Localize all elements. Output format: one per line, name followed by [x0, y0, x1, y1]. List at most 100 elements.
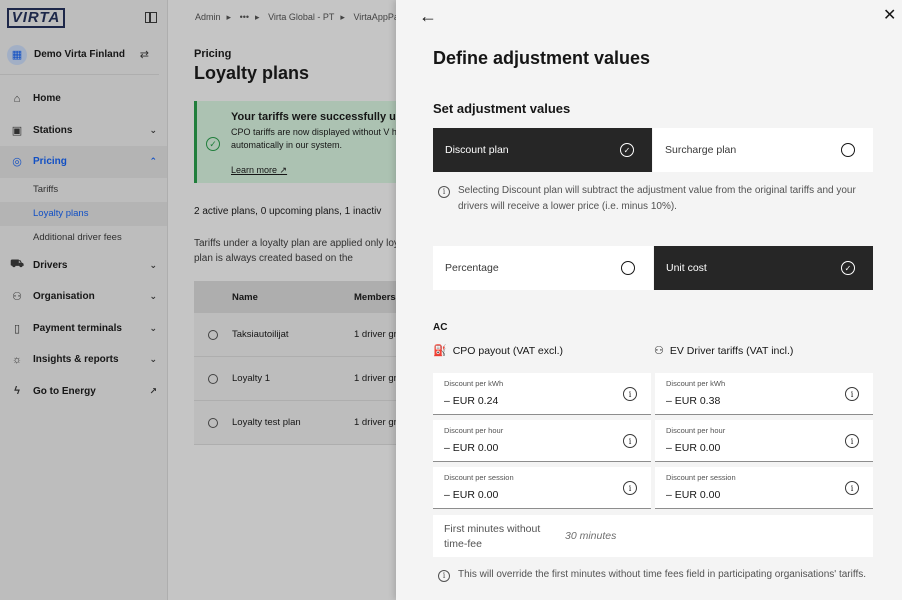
breadcrumb-separator-icon: ▸: [226, 12, 232, 22]
chevron-down-icon: ⌄: [149, 322, 157, 333]
cpo-discount-per-hour-field[interactable]: Discount per hour – EUR 0.00 i: [433, 420, 651, 462]
plans-summary: 2 active plans, 0 upcoming plans, 1 inac…: [194, 206, 382, 217]
field-label: Discount per session: [444, 473, 514, 482]
info-icon[interactable]: i: [623, 387, 637, 401]
field-label: Discount per hour: [444, 426, 504, 435]
cpo-discount-per-session-field[interactable]: Discount per session – EUR 0.00 i: [433, 467, 651, 509]
option-label: Surcharge plan: [665, 144, 737, 156]
station-icon: ▣: [11, 124, 23, 137]
sidebar-item-label: Organisation: [33, 291, 95, 303]
field-value[interactable]: – EUR 0.00: [666, 489, 720, 501]
chevron-down-icon: ⌄: [149, 291, 157, 302]
sidebar-item-label: Pricing: [33, 156, 67, 168]
breadcrumb-virta-global[interactable]: Virta Global - PT: [268, 12, 334, 22]
sidebar-subitem-additional-driver-fees[interactable]: Additional driver fees: [0, 226, 167, 250]
ev-discount-per-hour-field[interactable]: Discount per hour – EUR 0.00 i: [655, 420, 873, 462]
ev-discount-per-kwh-field[interactable]: Discount per kWh – EUR 0.38 i: [655, 373, 873, 415]
info-icon[interactable]: i: [845, 434, 859, 448]
cpo-payout-heading: ⛽ CPO payout (VAT excl.): [433, 344, 563, 358]
chevron-down-icon: ⌄: [149, 354, 157, 365]
chevron-down-icon: ⌄: [149, 259, 157, 270]
breadcrumb: Admin ▸ ••• ▸ Virta Global - PT ▸ VirtaAppP…: [195, 12, 405, 23]
organisation-switcher[interactable]: ▦ Demo Virta Finland ⇄: [0, 35, 159, 75]
override-info-text: This will override the first minutes wit…: [458, 569, 867, 580]
plan-name: Taksiautoilijat: [232, 329, 289, 340]
swap-icon[interactable]: ⇄: [140, 48, 149, 61]
field-label: Discount per kWh: [444, 379, 504, 388]
field-label: Discount per kWh: [666, 379, 726, 388]
surcharge-plan-option[interactable]: Surcharge plan: [653, 128, 873, 172]
learn-more-link[interactable]: Learn more ↗: [231, 165, 287, 176]
drivers-icon: ⛟: [10, 258, 24, 271]
field-value[interactable]: – EUR 0.24: [444, 395, 498, 407]
sidebar-item-payment-terminals[interactable]: ▯ Payment terminals ⌄: [0, 313, 167, 345]
charger-icon: ⛽: [433, 345, 447, 357]
breadcrumb-separator-icon: ▸: [255, 12, 260, 22]
option-label: Unit cost: [666, 262, 707, 274]
field-value[interactable]: – EUR 0.00: [444, 442, 498, 454]
info-icon[interactable]: i: [623, 481, 637, 495]
row-radio[interactable]: [208, 417, 218, 428]
unit-cost-option[interactable]: Unit cost ✓: [654, 246, 873, 290]
sidebar-item-home[interactable]: ⌂ Home: [0, 83, 167, 115]
arrow-left-icon[interactable]: ←: [419, 6, 437, 27]
cpo-discount-per-kwh-field[interactable]: Discount per kWh – EUR 0.24 i: [433, 373, 651, 415]
sidebar-item-go-to-energy[interactable]: ϟ Go to Energy ↗: [0, 376, 167, 408]
plan-info-text: Selecting Discount plan will subtract th…: [458, 185, 856, 212]
sidebar-item-insights-reports[interactable]: ☼ Insights & reports ⌄: [0, 344, 167, 376]
field-value[interactable]: – EUR 0.38: [666, 395, 720, 407]
chevron-up-icon: ⌃: [149, 156, 157, 167]
sidebar-subitem-tariffs[interactable]: Tariffs: [0, 178, 167, 202]
virta-logo[interactable]: VIRTA: [7, 7, 65, 28]
sidebar: VIRTA ▦ Demo Virta Finland ⇄ ⌂ Home ▣ St…: [0, 0, 168, 600]
info-icon: i: [438, 186, 450, 198]
driver-icon: ⚇: [654, 345, 664, 357]
free-minutes-label: First minutes without time-fee: [444, 523, 541, 550]
radio-empty-icon: [621, 261, 635, 275]
sidebar-item-label: Home: [33, 93, 61, 105]
free-minutes-value[interactable]: 30 minutes: [565, 530, 616, 542]
terminal-icon: ▯: [13, 322, 21, 335]
breadcrumb-overflow[interactable]: •••: [240, 12, 249, 22]
sidebar-item-label: Drivers: [33, 259, 68, 271]
free-minutes-field[interactable]: First minutes without time-fee 30 minute…: [433, 515, 873, 557]
option-label: Percentage: [445, 262, 499, 274]
info-icon[interactable]: i: [845, 481, 859, 495]
plan-info: i Selecting Discount plan will subtract …: [433, 183, 873, 215]
plan-name: Loyalty test plan: [232, 417, 301, 428]
breadcrumb-virtaapp[interactable]: VirtaAppPa: [353, 12, 398, 22]
close-icon[interactable]: ✕: [883, 5, 896, 25]
sidebar-item-stations[interactable]: ▣ Stations ⌄: [0, 115, 167, 147]
row-radio[interactable]: [208, 373, 218, 384]
sidebar-subitem-loyalty-plans[interactable]: Loyalty plans: [0, 201, 167, 226]
learn-more-label: Learn more: [231, 165, 278, 175]
external-link-icon: ↗: [149, 385, 157, 396]
field-label: Discount per hour: [666, 426, 726, 435]
percentage-option[interactable]: Percentage: [433, 246, 653, 290]
ev-discount-per-session-field[interactable]: Discount per session – EUR 0.00 i: [655, 467, 873, 509]
discount-plan-option[interactable]: Discount plan ✓: [433, 128, 652, 172]
home-icon: ⌂: [13, 92, 21, 105]
collapse-sidebar-icon[interactable]: [145, 12, 157, 23]
checkmark-icon: ✓: [206, 137, 220, 151]
building-icon: ▦: [7, 44, 27, 65]
breadcrumb-admin[interactable]: Admin: [195, 12, 221, 22]
sidebar-item-organisation[interactable]: ⚇ Organisation ⌄: [0, 281, 167, 313]
energy-icon: ϟ: [14, 385, 20, 398]
organisation-icon: ⚇: [12, 291, 22, 304]
sidebar-item-label: Stations: [33, 124, 73, 136]
checkmark-icon: ✓: [620, 143, 634, 157]
checkmark-icon: ✓: [841, 261, 855, 275]
info-icon[interactable]: i: [845, 387, 859, 401]
notification-title: Your tariffs were successfully upd: [231, 111, 410, 123]
pricing-icon: ◎: [12, 156, 22, 169]
field-value[interactable]: – EUR 0.00: [444, 489, 498, 501]
page-title: Loyalty plans: [194, 63, 310, 83]
sidebar-item-pricing[interactable]: ◎ Pricing ⌃: [0, 146, 167, 178]
chevron-down-icon: ⌄: [149, 124, 157, 135]
column-header-name[interactable]: Name: [232, 292, 354, 303]
row-radio[interactable]: [208, 329, 218, 340]
field-value[interactable]: – EUR 0.00: [666, 442, 720, 454]
sidebar-item-drivers[interactable]: ⛟ Drivers ⌄: [0, 250, 167, 282]
info-icon[interactable]: i: [623, 434, 637, 448]
